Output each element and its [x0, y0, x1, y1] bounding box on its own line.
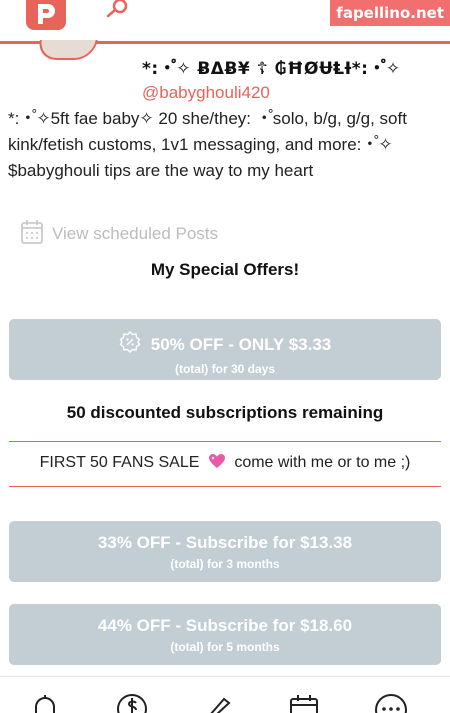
watermark: fapellino.net [330, 0, 450, 26]
magnifier-icon[interactable] [100, 0, 130, 23]
offer-button-primary[interactable]: 50% OFF - ONLY $3.33 (total) for 30 days [9, 319, 441, 380]
more-icon[interactable] [374, 693, 408, 713]
calendar-icon [20, 219, 44, 250]
offer-primary-sub: (total) for 30 days [174, 362, 276, 376]
p-logo-icon[interactable] [26, 0, 66, 30]
bell-icon[interactable] [32, 693, 58, 713]
bundle-label: 44% OFF - Subscribe for $18.60 [97, 616, 353, 635]
remaining-count: 50 discounted subscriptions remaining [66, 403, 384, 422]
offer-primary-label: 50% OFF - ONLY $3.33 [150, 334, 332, 354]
offers-title: My Special Offers! [150, 260, 300, 279]
display-name: *:・゚✧ ɃΔɃ¥ ☦ ₲ĦØɄⱠƗ*:・゚✧ [142, 59, 401, 79]
sale-text-after: come with me or to me ;) [234, 454, 411, 471]
pencil-icon[interactable] [206, 693, 232, 713]
bundle-sub: (total) for 5 months [170, 640, 280, 654]
divider [9, 486, 441, 487]
dollar-icon[interactable] [116, 693, 148, 713]
view-scheduled-posts-link[interactable]: View scheduled Posts [20, 219, 219, 250]
calendar-icon[interactable] [289, 693, 319, 713]
top-bar: fapellino.net [0, 0, 450, 44]
divider [9, 441, 441, 442]
profile-bio: *:・゚✧5ft fae baby✧ 20 she/they: ・゚solo, … [8, 109, 407, 180]
discount-badge-icon [119, 331, 141, 358]
bundle-3-months-button[interactable]: 33% OFF - Subscribe for $13.38 (total) f… [9, 521, 441, 582]
bundle-label: 33% OFF - Subscribe for $13.38 [97, 533, 353, 552]
avatar[interactable] [36, 40, 98, 60]
sale-text-before: FIRST 50 FANS SALE [39, 454, 200, 471]
sale-message: FIRST 50 FANS SALE come with me or to me… [0, 453, 450, 472]
bundle-sub: (total) for 3 months [170, 557, 280, 571]
bottom-nav [0, 676, 450, 713]
profile-handle[interactable]: @babyghouli420 [142, 83, 270, 103]
bundle-5-months-button[interactable]: 44% OFF - Subscribe for $18.60 (total) f… [9, 604, 441, 665]
scheduled-posts-label: View scheduled Posts [52, 224, 219, 243]
sparkling-heart-icon [208, 453, 226, 469]
